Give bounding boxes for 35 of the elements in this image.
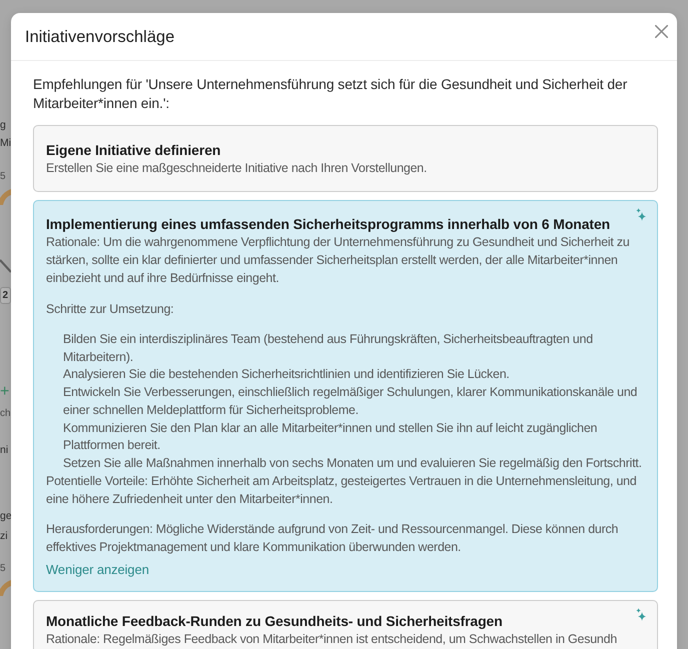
intro-text: Empfehlungen für 'Unsere Unternehmensführung setzt sich für die Gesundheit und Sicherheit der Mitarbeiter*innen ein.':	[33, 75, 628, 113]
step-item: Analysieren Sie die bestehenden Sicherheitsrichtlinien und identifizieren Sie Lücken.	[63, 366, 510, 384]
sparkle-icon	[636, 208, 646, 222]
card-title: Monatliche Feedback-Runden zu Gesundheits- und Sicherheitsfragen	[46, 612, 504, 632]
step-item: Entwickeln Sie Verbesserungen, einschließlich regelmäßiger Schulungen, klarer Kommunikationskanäle und einer schnellen Meldeplattform für Sicherheitsprobleme.	[63, 384, 638, 419]
gauge-arc	[0, 189, 11, 205]
diagonal-line	[0, 259, 11, 273]
suggestion-card[interactable]	[33, 200, 658, 592]
rationale-text: Rationale: Um die wahrgenommene Verpflichtung der Unternehmensführung zu Gesundheit und Sicherheit zu stärken, sollte ein klar definierter und umfassender Sicherheitsplan erstellt werden, der alle Mitarbeiter*innen einbezieht und auf ihre Bedürfnisse eingeht.	[46, 234, 630, 287]
background-text: g	[0, 118, 6, 133]
suggestion-card[interactable]: Monatliche Feedback-Runden zu Gesundheits- und Sicherheitsfragen Rationale: Regelmäßiges Feedback von Mitarbeiter*innen ist entscheidend, um Schwachstellen in Gesundh	[33, 600, 658, 649]
step-item: Kommunizieren Sie den Plan klar an alle Mitarbeiter*innen und stellen Sie ihn auf leicht zugänglichen Plattformen bereit.	[63, 420, 598, 454]
steps-heading: Schritte zur Umsetzung:	[46, 300, 175, 318]
axis-label: 5	[0, 563, 6, 575]
card-title: Implementierung eines umfassenden Sicherheitsprogramms innerhalb von 6 Monaten	[46, 215, 611, 234]
card-title: Eigene Initiative definieren	[46, 141, 222, 160]
step-item: Setzen Sie alle Maßnahmen innerhalb von sechs Monaten um und evaluieren Sie regelmäßig den Fortschritt.	[63, 455, 643, 472]
rationale-text: Rationale: Regelmäßiges Feedback von Mitarbeiter*innen ist entscheidend, um Schwachstellen in Gesundh	[46, 631, 618, 648]
modal-title: Initiativenvorschläge	[25, 27, 174, 48]
background-text: Mi	[0, 136, 12, 151]
benefits-text: Potentielle Vorteile: Erhöhte Sicherheit am Arbeitsplatz, gesteigertes Vertrauen in die Unternehmensleitung, und eine höhere Zufriedenheit unter den Mitarbeiter*innen.	[46, 472, 638, 508]
close-icon[interactable]	[655, 25, 668, 38]
background-text: ge	[0, 509, 12, 524]
axis-label: ch	[0, 408, 11, 420]
background-text: zi	[0, 529, 8, 544]
count-badge: 2	[0, 287, 11, 304]
gauge-arc	[0, 580, 11, 596]
change-value: +	[0, 382, 10, 402]
axis-label: 5	[0, 171, 6, 183]
card-description: Erstellen Sie eine maßgeschneiderte Initiative nach Ihren Vorstellungen.	[46, 160, 428, 177]
suggestion-card[interactable]: Eigene Initiative definieren Erstellen Sie eine maßgeschneiderte Initiative nach Ihren Vorstellungen.	[33, 125, 658, 192]
sparkle-icon	[636, 608, 646, 622]
step-item: Bilden Sie ein interdisziplinäres Team (bestehend aus Führungskräften, Sicherheitsbeauftragten und Mitarbeitern).	[63, 330, 594, 366]
background-text: ni	[0, 443, 8, 458]
challenges-text: Herausforderungen: Mögliche Widerstände aufgrund von Zeit- und Ressourcenmangel. Diese können durch effektives Projektmanagement und klare Kommunikation überwunden werden.	[46, 521, 620, 556]
